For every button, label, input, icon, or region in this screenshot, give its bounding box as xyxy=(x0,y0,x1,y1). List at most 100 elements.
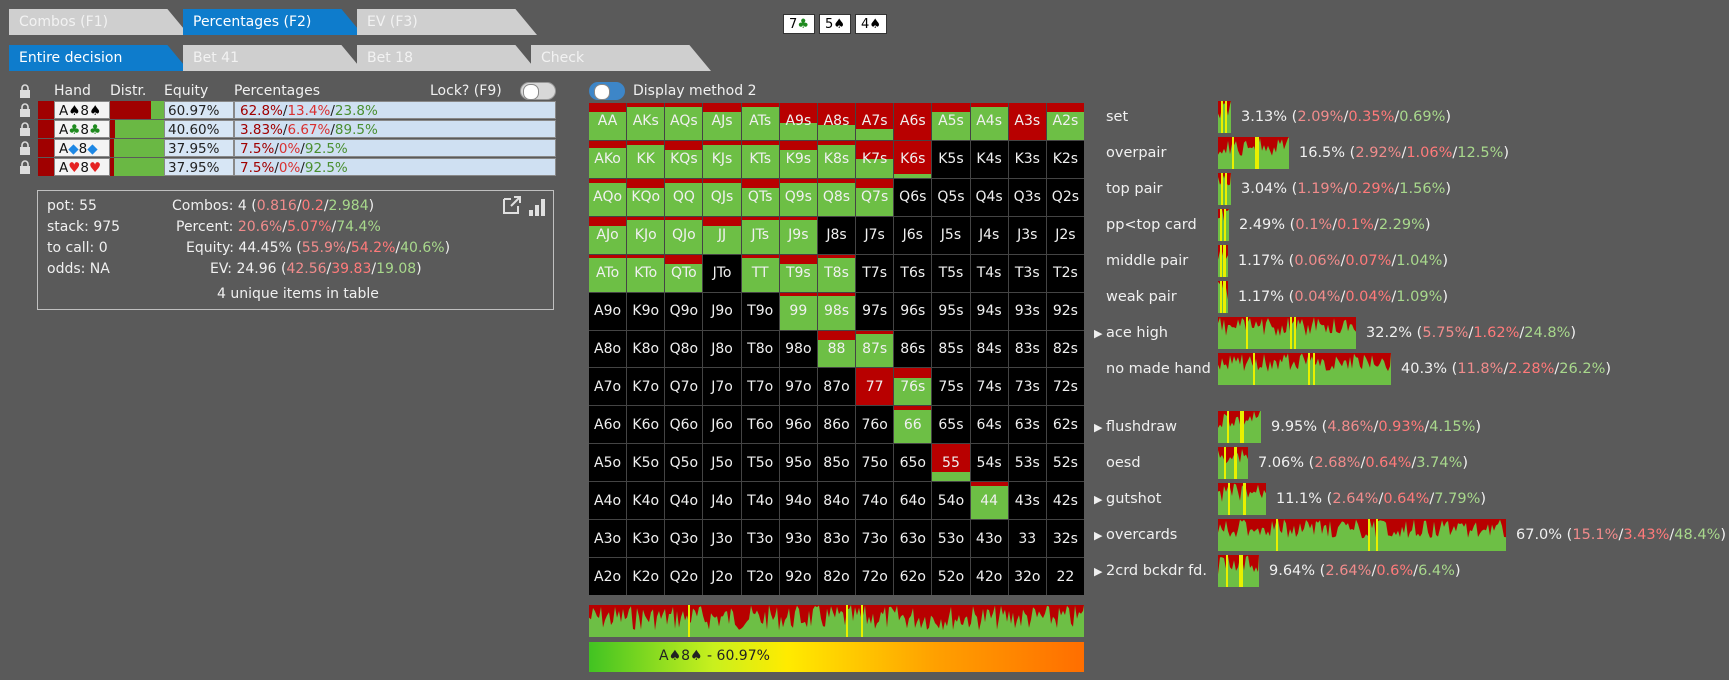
matrix-cell[interactable]: J8o xyxy=(703,330,741,368)
matrix-cell[interactable]: K2s xyxy=(1046,140,1084,178)
matrix-cell[interactable]: 73o xyxy=(856,520,894,558)
matrix-cell[interactable]: J3s xyxy=(1008,216,1046,254)
matrix-cell[interactable]: A2s xyxy=(1046,103,1084,140)
matrix-cell[interactable]: Q7s xyxy=(856,178,894,216)
matrix-cell[interactable]: A4s xyxy=(970,103,1008,140)
matrix-cell[interactable]: TT xyxy=(741,254,779,292)
matrix-cell[interactable]: 64s xyxy=(970,406,1008,444)
matrix-cell[interactable]: 82s xyxy=(1046,330,1084,368)
lock-icon[interactable] xyxy=(18,141,32,155)
matrix-cell[interactable]: 62o xyxy=(894,558,932,595)
matrix-cell[interactable]: 54s xyxy=(970,444,1008,482)
matrix-cell[interactable]: A5s xyxy=(932,103,970,140)
matrix-cell[interactable]: T8s xyxy=(817,254,856,292)
matrix-cell[interactable]: Q5s xyxy=(932,178,970,216)
matrix-cell[interactable]: AJo xyxy=(589,216,627,254)
matrix-cell[interactable]: Q8o xyxy=(665,330,703,368)
matrix-cell[interactable]: 82o xyxy=(817,558,856,595)
matrix-cell[interactable]: 88 xyxy=(817,330,856,368)
matrix-cell[interactable]: K8s xyxy=(817,140,856,178)
matrix-cell[interactable]: 72s xyxy=(1046,368,1084,406)
matrix-cell[interactable]: 77 xyxy=(856,368,894,406)
matrix-cell[interactable]: T2o xyxy=(741,558,779,595)
matrix-cell[interactable]: Q4s xyxy=(970,178,1008,216)
category-row[interactable]: pp<top card 2.49% (0.1%/0.1%/2.29%) xyxy=(1094,209,1431,241)
matrix-cell[interactable]: Q6o xyxy=(665,406,703,444)
matrix-cell[interactable]: 73s xyxy=(1008,368,1046,406)
matrix-cell[interactable]: 22 xyxy=(1046,558,1084,595)
matrix-cell[interactable]: AA xyxy=(589,103,627,140)
matrix-cell[interactable]: J7s xyxy=(856,216,894,254)
matrix-cell[interactable]: A5o xyxy=(589,444,627,482)
matrix-cell[interactable]: 76o xyxy=(856,406,894,444)
matrix-cell[interactable]: 63o xyxy=(894,520,932,558)
matrix-cell[interactable]: Q5o xyxy=(665,444,703,482)
matrix-cell[interactable]: J7o xyxy=(703,368,741,406)
matrix-cell[interactable]: 65s xyxy=(932,406,970,444)
matrix-cell[interactable]: K9o xyxy=(627,292,665,330)
matrix-cell[interactable]: A9o xyxy=(589,292,627,330)
category-row[interactable]: ▶ ace high 32.2% (5.75%/1.62%/24.8%) xyxy=(1094,317,1576,349)
matrix-cell[interactable]: K2o xyxy=(627,558,665,595)
expand-arrow-icon[interactable]: ▶ xyxy=(1094,565,1106,578)
matrix-cell[interactable]: K6s xyxy=(894,140,932,178)
matrix-cell[interactable]: A7s xyxy=(856,103,894,140)
lock-icon[interactable] xyxy=(18,103,32,117)
matrix-cell[interactable]: 62s xyxy=(1046,406,1084,444)
matrix-cell[interactable]: T3o xyxy=(741,520,779,558)
matrix-cell[interactable]: 76s xyxy=(894,368,932,406)
matrix-cell[interactable]: AKs xyxy=(627,103,665,140)
matrix-cell[interactable]: J2s xyxy=(1046,216,1084,254)
matrix-cell[interactable]: Q6s xyxy=(894,178,932,216)
matrix-cell[interactable]: K9s xyxy=(779,140,817,178)
matrix-cell[interactable]: 87s xyxy=(856,330,894,368)
matrix-cell[interactable]: JTs xyxy=(741,216,779,254)
matrix-cell[interactable]: A6s xyxy=(894,103,932,140)
expand-arrow-icon[interactable]: ▶ xyxy=(1094,327,1106,340)
hand-row[interactable]: A◆8◆ 37.95% 7.5%/0%/92.5% xyxy=(18,139,558,157)
matrix-cell[interactable]: J6o xyxy=(703,406,741,444)
matrix-cell[interactable]: Q2o xyxy=(665,558,703,595)
matrix-cell[interactable]: Q7o xyxy=(665,368,703,406)
matrix-cell[interactable]: 84o xyxy=(817,482,856,520)
category-row[interactable]: middle pair 1.17% (0.06%/0.07%/1.04%) xyxy=(1094,245,1448,277)
matrix-cell[interactable]: J2o xyxy=(703,558,741,595)
matrix-cell[interactable]: K5o xyxy=(627,444,665,482)
matrix-cell[interactable]: ATo xyxy=(589,254,627,292)
matrix-cell[interactable]: T2s xyxy=(1046,254,1084,292)
matrix-cell[interactable]: JTo xyxy=(703,254,741,292)
action-tab-0[interactable]: Entire decision xyxy=(9,45,189,71)
matrix-cell[interactable]: 75o xyxy=(856,444,894,482)
matrix-cell[interactable]: K6o xyxy=(627,406,665,444)
matrix-cell[interactable]: 42o xyxy=(970,558,1008,595)
matrix-cell[interactable]: Q8s xyxy=(817,178,856,216)
matrix-cell[interactable]: A8o xyxy=(589,330,627,368)
matrix-cell[interactable]: AQo xyxy=(589,178,627,216)
matrix-cell[interactable]: K3s xyxy=(1008,140,1046,178)
category-row[interactable]: ▶ gutshot 11.1% (2.64%/0.64%/7.79%) xyxy=(1094,483,1486,515)
matrix-cell[interactable]: 74o xyxy=(856,482,894,520)
matrix-cell[interactable]: J4s xyxy=(970,216,1008,254)
matrix-cell[interactable]: A7o xyxy=(589,368,627,406)
matrix-cell[interactable]: 87o xyxy=(817,368,856,406)
matrix-cell[interactable]: 74s xyxy=(970,368,1008,406)
matrix-cell[interactable]: 44 xyxy=(970,482,1008,520)
matrix-cell[interactable]: A6o xyxy=(589,406,627,444)
action-tab-1[interactable]: Bet 41 xyxy=(183,45,363,71)
matrix-cell[interactable]: Q4o xyxy=(665,482,703,520)
expand-arrow-icon[interactable]: ▶ xyxy=(1094,493,1106,506)
lock-toggle[interactable] xyxy=(520,82,556,100)
matrix-cell[interactable]: K8o xyxy=(627,330,665,368)
matrix-cell[interactable]: AKo xyxy=(589,140,627,178)
matrix-cell[interactable]: T5o xyxy=(741,444,779,482)
popout-icon[interactable] xyxy=(501,196,523,220)
matrix-cell[interactable]: 84s xyxy=(970,330,1008,368)
matrix-cell[interactable]: K7o xyxy=(627,368,665,406)
lock-icon[interactable] xyxy=(18,84,32,98)
matrix-cell[interactable]: K5s xyxy=(932,140,970,178)
matrix-cell[interactable]: 65o xyxy=(894,444,932,482)
matrix-cell[interactable]: AQs xyxy=(665,103,703,140)
matrix-cell[interactable]: 93o xyxy=(779,520,817,558)
matrix-cell[interactable]: 54o xyxy=(932,482,970,520)
matrix-cell[interactable]: 94s xyxy=(970,292,1008,330)
